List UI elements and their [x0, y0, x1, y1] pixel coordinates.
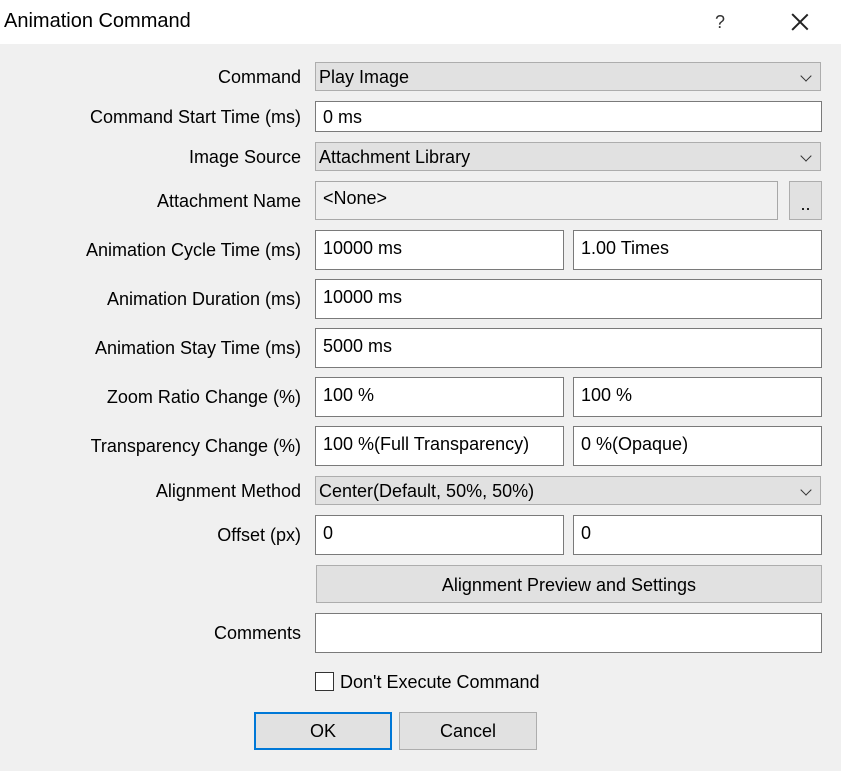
ok-label: OK: [309, 721, 336, 741]
offset-y-input[interactable]: 0: [573, 515, 822, 555]
browse-label: ..: [800, 194, 811, 214]
alignment-preview-label: Alignment Preview and Settings: [441, 575, 697, 595]
transparency-label: Transparency Change (%): [90, 436, 301, 456]
title-bar: Animation Command ?: [0, 0, 841, 44]
transparency-start-value: 100 %(Full Transparency): [323, 434, 530, 454]
cycle-time-input[interactable]: 10000 ms: [315, 230, 564, 270]
start-time-label: Command Start Time (ms): [89, 107, 301, 127]
command-label: Command: [217, 67, 301, 87]
attachment-value: <None>: [323, 188, 388, 208]
chevron-down-icon: [800, 484, 812, 496]
comments-input[interactable]: [315, 613, 822, 653]
attachment-name-field: <None>: [315, 181, 778, 220]
chevron-down-icon: [800, 150, 812, 162]
alignment-dropdown[interactable]: Center(Default, 50%, 50%): [315, 476, 821, 505]
zoom-label: Zoom Ratio Change (%): [106, 387, 301, 407]
cancel-label: Cancel: [439, 721, 497, 741]
cycle-time-label: Animation Cycle Time (ms): [85, 240, 301, 260]
dont-execute-checkbox[interactable]: [315, 672, 334, 691]
zoom-start-value: 100 %: [323, 385, 375, 405]
comments-label: Comments: [213, 623, 301, 643]
duration-value: 10000 ms: [323, 287, 403, 307]
command-dropdown[interactable]: Play Image: [315, 62, 821, 91]
help-button[interactable]: ?: [706, 8, 734, 36]
cycle-times-input[interactable]: 1.00 Times: [573, 230, 822, 270]
zoom-end-input[interactable]: 100 %: [573, 377, 822, 417]
close-icon[interactable]: [786, 8, 814, 36]
cycle-times-value: 1.00 Times: [581, 238, 670, 258]
offset-label: Offset (px): [217, 525, 301, 545]
window-title: Animation Command: [4, 10, 191, 32]
cycle-time-value: 10000 ms: [323, 238, 403, 258]
transparency-end-value: 0 %(Opaque): [581, 434, 689, 454]
offset-x-value: 0: [323, 523, 334, 543]
command-value: Play Image: [319, 67, 410, 87]
stay-time-input[interactable]: 5000 ms: [315, 328, 822, 368]
start-time-input[interactable]: 0 ms: [315, 101, 822, 132]
alignment-preview-button[interactable]: Alignment Preview and Settings: [316, 565, 822, 603]
alignment-value: Center(Default, 50%, 50%): [319, 481, 535, 501]
zoom-start-input[interactable]: 100 %: [315, 377, 564, 417]
browse-attachment-button[interactable]: ..: [789, 181, 822, 220]
transparency-start-input[interactable]: 100 %(Full Transparency): [315, 426, 564, 466]
stay-time-label: Animation Stay Time (ms): [94, 338, 301, 358]
alignment-label: Alignment Method: [155, 481, 301, 501]
image-source-dropdown[interactable]: Attachment Library: [315, 142, 821, 171]
dont-execute-label[interactable]: Don't Execute Command: [340, 672, 540, 693]
zoom-end-value: 100 %: [581, 385, 633, 405]
cancel-button[interactable]: Cancel: [399, 712, 537, 750]
ok-button[interactable]: OK: [254, 712, 392, 750]
duration-input[interactable]: 10000 ms: [315, 279, 822, 319]
chevron-down-icon: [800, 70, 812, 82]
image-source-value: Attachment Library: [319, 147, 471, 167]
stay-time-value: 5000 ms: [323, 336, 393, 356]
duration-label: Animation Duration (ms): [106, 289, 301, 309]
image-source-label: Image Source: [188, 147, 301, 167]
attachment-label: Attachment Name: [156, 191, 301, 211]
transparency-end-input[interactable]: 0 %(Opaque): [573, 426, 822, 466]
offset-x-input[interactable]: 0: [315, 515, 564, 555]
offset-y-value: 0: [581, 523, 592, 543]
start-time-value: 0 ms: [323, 107, 363, 127]
